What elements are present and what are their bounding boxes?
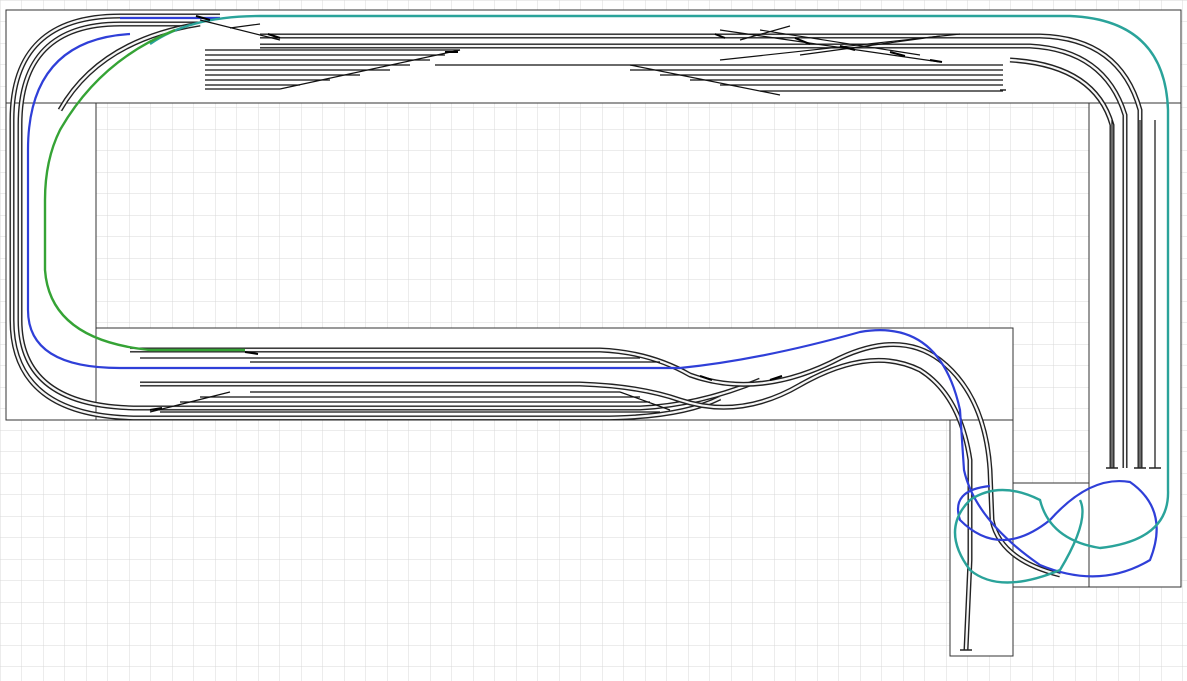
- baseboard-leg: [949, 419, 1014, 657]
- track-plan-canvas[interactable]: [0, 0, 1187, 681]
